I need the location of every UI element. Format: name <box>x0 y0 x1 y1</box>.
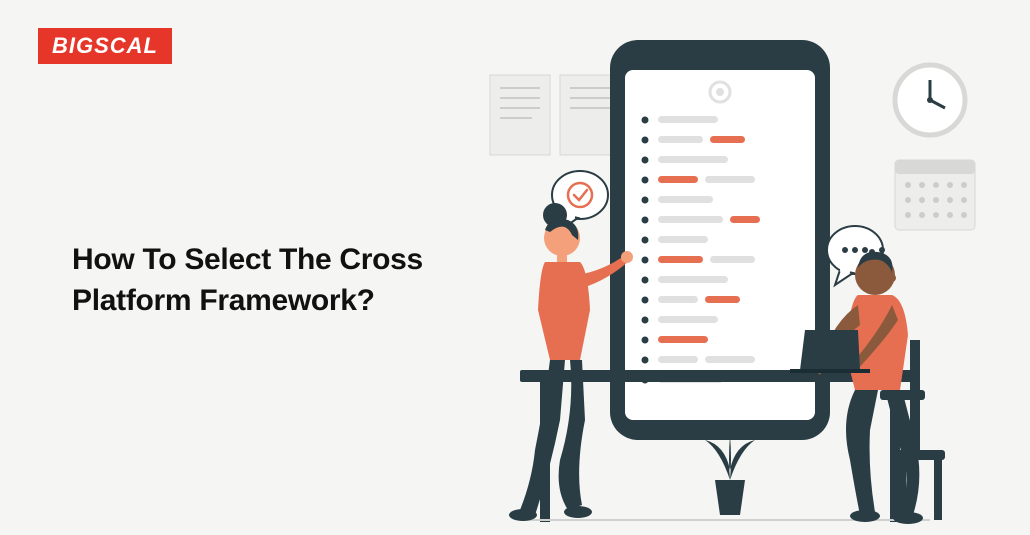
headline-line-2: Platform Framework? <box>72 284 375 317</box>
page-headline: How To Select The Cross Platform Framewo… <box>72 240 423 321</box>
headline-line-1: How To Select The Cross <box>72 243 423 276</box>
hero-illustration <box>460 20 1000 530</box>
brand-logo: BIGSCAL <box>38 28 172 64</box>
brand-logo-text: BIGSCAL <box>52 33 158 58</box>
